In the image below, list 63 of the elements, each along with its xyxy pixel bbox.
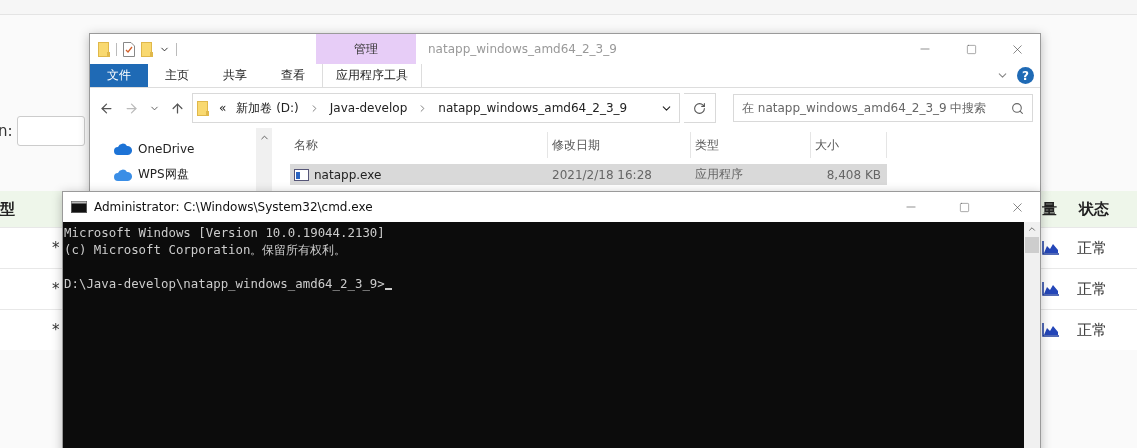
- terminal[interactable]: Microsoft Windows [Version 10.0.19044.2130] (c) Microsoft Corporation。保留所有权利。 D:\Java-develop\natapp_windows_amd64_2_3_9>: [63, 222, 1024, 448]
- search-icon: [1011, 101, 1024, 115]
- search-placeholder: 在 natapp_windows_amd64_2_3_9 中搜索: [742, 99, 987, 117]
- column-header[interactable]: 名称: [290, 132, 548, 158]
- ribbon-tab[interactable]: 主页: [148, 64, 206, 87]
- column-header[interactable]: 类型: [691, 132, 811, 158]
- folder-icon: [98, 41, 110, 57]
- column-header[interactable]: 修改日期: [548, 132, 691, 158]
- console-line: (c) Microsoft Corporation。保留所有权利。: [64, 241, 347, 258]
- console-line: Microsoft Windows [Version 10.0.19044.2130]: [64, 224, 385, 241]
- text-cursor: [384, 288, 392, 290]
- ribbon-tab[interactable]: 应用程序工具: [322, 64, 422, 87]
- cloud-icon: [114, 143, 132, 155]
- folder-icon: [197, 100, 209, 116]
- status-cell-text: 正常: [1077, 279, 1108, 299]
- column-header: 状态: [1079, 199, 1110, 219]
- table-cell: *: [52, 321, 61, 339]
- column-header: 量: [1042, 199, 1058, 219]
- ribbon-tab[interactable]: 共享: [206, 64, 264, 87]
- checklist-icon[interactable]: [123, 41, 135, 57]
- file-size: 8,408 KB: [825, 167, 882, 182]
- ribbon-tab[interactable]: 查看: [264, 64, 322, 87]
- breadcrumb-item[interactable]: natapp_windows_amd64_2_3_9: [438, 101, 628, 115]
- file-date: 2021/2/18 16:28: [551, 167, 653, 182]
- maximize-icon: [958, 201, 970, 213]
- status-cell-text: 正常: [1077, 238, 1108, 258]
- column-header: 型: [0, 199, 16, 219]
- breadcrumb-item[interactable]: «: [219, 101, 227, 115]
- scroll-thumb[interactable]: [1025, 237, 1039, 253]
- cloud-icon: [114, 168, 132, 181]
- table-cell: *: [52, 280, 61, 298]
- context-group-label: 管理: [354, 40, 378, 58]
- breadcrumb-item[interactable]: 新加卷 (D:): [236, 99, 299, 117]
- scrollbar[interactable]: [1024, 222, 1040, 448]
- help-button[interactable]: ?: [1017, 67, 1034, 84]
- file-row[interactable]: natapp.exe 2021/2/18 16:28 应用程序 8,408 KB: [290, 164, 887, 185]
- area-chart-icon[interactable]: [1042, 241, 1059, 255]
- address-bar[interactable]: « 新加卷 (D:) Java-develop natapp_windows_amd64_2_3_9: [192, 93, 680, 123]
- nav-item[interactable]: WPS网盘: [114, 166, 256, 183]
- search-field[interactable]: 在 natapp_windows_amd64_2_3_9 中搜索: [733, 94, 1033, 122]
- area-chart-icon[interactable]: [1042, 323, 1059, 337]
- refresh-icon: [693, 101, 706, 115]
- area-chart-icon[interactable]: [1042, 282, 1059, 296]
- maximize-icon: [965, 43, 977, 55]
- file-name: natapp.exe: [290, 167, 548, 182]
- window-title: natapp_windows_amd64_2_3_9: [427, 42, 618, 56]
- folder-icon: [141, 41, 153, 57]
- scrollbar[interactable]: [256, 128, 272, 191]
- table-cell: *: [52, 239, 61, 257]
- scroll-up-icon: [1027, 224, 1037, 234]
- refresh-button[interactable]: [684, 93, 716, 123]
- breadcrumb-item[interactable]: Java-develop: [329, 101, 408, 115]
- nav-item[interactable]: OneDrive: [114, 142, 256, 156]
- column-header[interactable]: 大小: [811, 132, 887, 158]
- file-type: 应用程序: [694, 166, 744, 183]
- ribbon-tab[interactable]: 文件: [90, 64, 148, 87]
- status-cell-text: 正常: [1077, 320, 1108, 340]
- window-title: Administrator: C:\Windows\System32\cmd.exe: [94, 200, 374, 214]
- console-icon: [71, 201, 87, 213]
- filter-input[interactable]: [16, 116, 85, 146]
- filter-label: n:: [0, 122, 13, 140]
- application-icon: [294, 168, 309, 181]
- command-prompt: D:\Java-develop\natapp_windows_amd64_2_3_9>: [64, 275, 385, 292]
